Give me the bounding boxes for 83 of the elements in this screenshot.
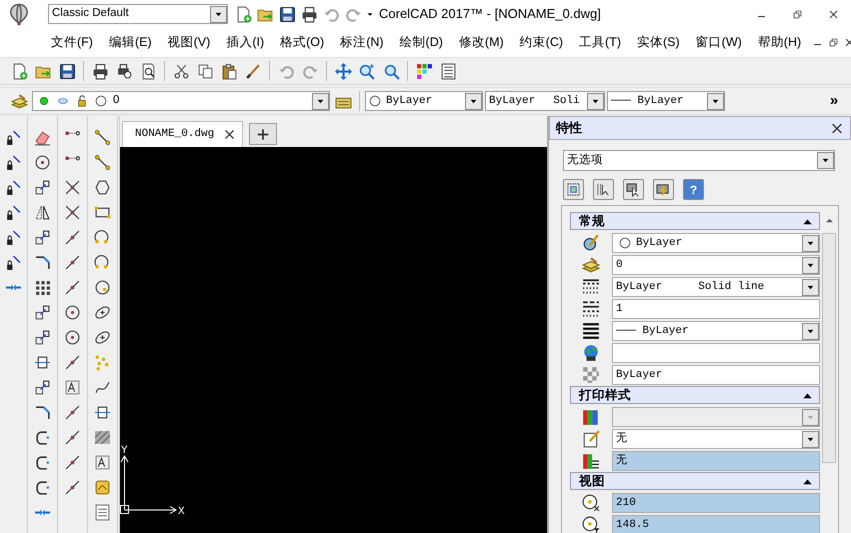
dropdown-button[interactable] — [210, 6, 227, 22]
color-bars-icon — [582, 452, 600, 470]
pen-page-icon — [582, 430, 600, 448]
circle-icon — [95, 95, 107, 107]
property-field[interactable] — [612, 343, 820, 363]
drawing-canvas[interactable]: Y X — [120, 147, 547, 533]
dropdown-button[interactable] — [817, 152, 834, 169]
property-field[interactable]: 148.5 — [612, 515, 820, 533]
new-tab-button[interactable] — [249, 123, 278, 145]
menu-item[interactable]: 修改(M) — [450, 31, 512, 54]
quick-select-icon — [626, 182, 641, 197]
circle-icon — [369, 95, 381, 107]
panel-title: 特性 — [556, 119, 582, 138]
origin-marker — [120, 505, 129, 514]
select-objects-icon — [596, 182, 611, 197]
property-dropdown[interactable]: 0 — [612, 255, 820, 275]
more-button[interactable]: » — [823, 90, 845, 112]
document-tab[interactable]: NONAME_0.dwg — [122, 121, 244, 147]
property-dropdown[interactable]: 无 — [612, 429, 820, 449]
globe-icon — [582, 344, 600, 362]
toggle-button[interactable] — [653, 179, 674, 200]
color-dropdown[interactable]: ByLayer — [365, 91, 483, 111]
status-dot-icon — [39, 96, 49, 106]
property-dropdown[interactable]: ByLayer Solid line — [612, 277, 820, 297]
dropdown-button[interactable] — [802, 278, 819, 296]
section-header[interactable]: 常规 — [570, 212, 820, 230]
linetype-dropdown[interactable]: ByLayer Soli — [485, 91, 605, 111]
dropdown-button[interactable] — [802, 322, 819, 340]
help-button[interactable]: ? — [683, 179, 704, 200]
menu-item[interactable]: 文件(F) — [43, 31, 101, 54]
menu-item[interactable]: 编辑(E) — [100, 31, 160, 54]
menu-item[interactable]: 约束(C) — [512, 31, 572, 54]
color-bars-icon — [582, 408, 600, 426]
property-dropdown[interactable]: ByLayer — [612, 233, 820, 253]
dropdown-button[interactable] — [465, 92, 482, 110]
caret-icon — [821, 156, 830, 165]
target-icon — [582, 516, 600, 533]
toggle-icon — [656, 182, 671, 197]
window-title: CorelCAD 2017™ - [NONAME_0.dwg] — [379, 5, 601, 24]
section-header[interactable]: 打印样式 — [570, 386, 820, 404]
checker-icon — [582, 366, 600, 384]
select-all-icon — [566, 182, 581, 197]
dropdown-button[interactable] — [707, 92, 724, 110]
menu-item[interactable]: 绘制(D) — [392, 31, 451, 54]
menu-item[interactable]: 插入(I) — [218, 31, 272, 54]
dropdown-button[interactable] — [802, 234, 819, 252]
dropdown-button[interactable] — [312, 92, 329, 110]
dropdown-button[interactable] — [587, 92, 604, 110]
layer-stack-icon — [582, 256, 600, 274]
select-objects-button[interactable] — [593, 179, 614, 200]
dropdown-button[interactable] — [802, 256, 819, 274]
target-icon — [582, 494, 600, 512]
menu-item[interactable]: 工具(T) — [571, 31, 629, 54]
lineweight-dropdown[interactable]: ——— ByLayer — [607, 91, 725, 111]
property-field[interactable]: ByLayer — [612, 365, 820, 385]
layer-dropdown[interactable]: 0 — [32, 91, 330, 111]
property-field[interactable]: 1 — [612, 299, 820, 319]
scrollbar-thumb[interactable] — [822, 233, 836, 463]
section-header[interactable]: 视图 — [570, 472, 820, 490]
menu-item[interactable]: 格式(O) — [272, 31, 332, 54]
color-palette-icon — [582, 234, 600, 252]
linetype-scale-icon — [582, 300, 600, 318]
dropdown-button[interactable] — [802, 430, 819, 448]
scroll-up-icon[interactable] — [824, 216, 834, 225]
menu-item[interactable]: 实体(S) — [628, 31, 688, 54]
select-all-button[interactable] — [563, 179, 584, 200]
lineweight-icon — [582, 322, 600, 340]
quick-select-button[interactable] — [623, 179, 644, 200]
app-logo-icon — [8, 1, 30, 27]
menu-item[interactable]: 窗口(W) — [688, 31, 750, 54]
menu-item[interactable]: 帮助(H) — [750, 31, 810, 54]
y-axis-label: Y — [121, 445, 128, 457]
menu-item[interactable]: 视图(V) — [160, 31, 218, 54]
menu-item[interactable]: 标注(N) — [332, 31, 392, 54]
x-axis-arrow — [124, 506, 177, 514]
x-axis-label: X — [178, 506, 185, 517]
selection-dropdown[interactable]: 无选项 — [563, 150, 835, 171]
property-field[interactable]: 无 — [612, 451, 820, 471]
linetype-icon — [582, 278, 600, 296]
property-field[interactable]: 210 — [612, 493, 820, 513]
property-dropdown[interactable]: ——— ByLayer — [612, 321, 820, 341]
y-axis-arrow — [120, 455, 128, 510]
workspace-dropdown[interactable]: Classic Default — [48, 4, 228, 24]
